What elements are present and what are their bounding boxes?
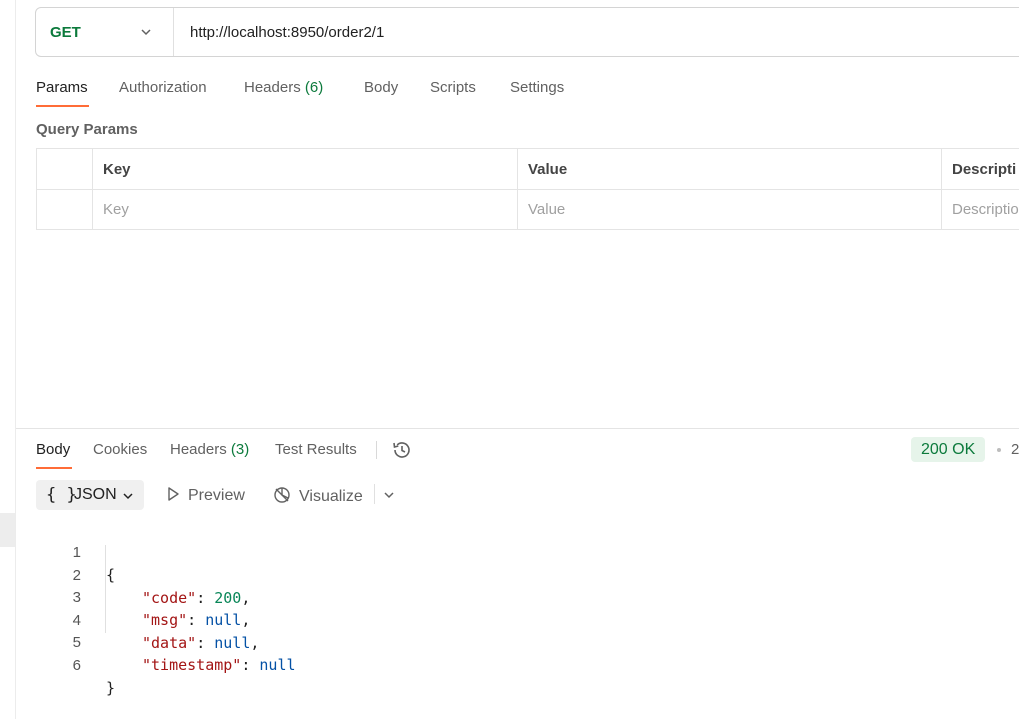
visualize-icon bbox=[274, 487, 290, 503]
tab-headers[interactable]: Headers (6) bbox=[244, 79, 323, 96]
format-select[interactable]: { } JSON bbox=[36, 480, 144, 510]
table-divider bbox=[37, 189, 1019, 190]
json-value: null bbox=[214, 633, 251, 652]
play-icon bbox=[168, 487, 179, 501]
table-col-divider bbox=[941, 149, 942, 229]
status-badge[interactable]: 200 OK bbox=[911, 437, 986, 462]
status-separator-dot bbox=[997, 448, 1001, 452]
table-col-divider bbox=[517, 149, 518, 229]
visualize-button[interactable]: Visualize bbox=[273, 486, 363, 506]
method-select[interactable]: GET bbox=[36, 8, 172, 56]
column-header-description: Descripti bbox=[952, 161, 1017, 178]
json-key: "code" bbox=[142, 588, 197, 607]
history-icon[interactable] bbox=[391, 439, 413, 461]
tab-params[interactable]: Params bbox=[36, 79, 88, 96]
table-col-divider bbox=[92, 149, 93, 229]
json-key: "msg" bbox=[142, 611, 188, 629]
preview-button[interactable]: Preview bbox=[166, 486, 245, 505]
tab-scripts[interactable]: Scripts bbox=[430, 79, 476, 96]
tab-response-headers[interactable]: Headers (3) bbox=[170, 441, 249, 458]
tab-response-headers-count: (3) bbox=[230, 441, 250, 458]
tab-authorization[interactable]: Authorization bbox=[119, 79, 207, 96]
braces-icon: { } bbox=[46, 485, 77, 505]
value-input[interactable]: Value bbox=[528, 201, 565, 218]
chevron-down-icon bbox=[141, 29, 151, 36]
left-sidebar-strip bbox=[0, 0, 16, 719]
tab-body[interactable]: Body bbox=[364, 79, 398, 96]
column-header-key: Key bbox=[103, 161, 131, 178]
column-header-value: Value bbox=[528, 161, 568, 178]
description-input[interactable]: Descriptio bbox=[952, 201, 1019, 218]
method-label: GET bbox=[50, 24, 81, 41]
json-value: 200 bbox=[214, 588, 242, 607]
tab-response-headers-label: Headers bbox=[170, 441, 227, 458]
json-value: null bbox=[259, 656, 296, 674]
url-input[interactable]: http://localhost:8950/order2/1 bbox=[190, 24, 384, 41]
sidebar-selected-block bbox=[0, 513, 15, 547]
tab-test-results[interactable]: Test Results bbox=[275, 441, 357, 458]
key-input[interactable]: Key bbox=[103, 201, 129, 218]
indent-guide bbox=[105, 545, 106, 633]
url-divider bbox=[173, 8, 174, 56]
format-label: JSON bbox=[74, 486, 117, 503]
tab-settings[interactable]: Settings bbox=[510, 79, 564, 96]
url-bar: GET http://localhost:8950/order2/1 bbox=[35, 7, 1019, 57]
response-time[interactable]: 2 bbox=[1011, 441, 1019, 458]
preview-label: Preview bbox=[188, 487, 245, 504]
json-key: "data" bbox=[142, 633, 197, 652]
toolbar-separator bbox=[374, 484, 375, 504]
active-response-tab-underline bbox=[36, 467, 72, 469]
json-value: null bbox=[205, 611, 242, 629]
json-key: "timestamp" bbox=[142, 656, 242, 674]
tab-separator bbox=[376, 441, 377, 459]
json-comma: , bbox=[250, 633, 260, 652]
tab-headers-count: (6) bbox=[304, 79, 324, 96]
active-tab-underline bbox=[36, 105, 89, 107]
query-params-table: Key Value Descripti Key Value Descriptio bbox=[36, 148, 1019, 230]
chevron-down-icon bbox=[123, 493, 133, 500]
tab-response-body[interactable]: Body bbox=[36, 441, 70, 458]
line-number: 6 bbox=[72, 656, 81, 674]
json-comma: , bbox=[241, 611, 251, 629]
tab-headers-label: Headers bbox=[244, 79, 301, 96]
query-params-title: Query Params bbox=[36, 121, 138, 138]
json-open-brace: { bbox=[106, 566, 116, 584]
visualize-label: Visualize bbox=[299, 488, 363, 505]
chevron-down-icon[interactable] bbox=[383, 489, 395, 501]
tab-cookies[interactable]: Cookies bbox=[93, 441, 147, 458]
json-close-brace: } bbox=[106, 678, 116, 697]
json-comma: , bbox=[241, 588, 251, 607]
request-response-divider[interactable] bbox=[16, 428, 1019, 429]
